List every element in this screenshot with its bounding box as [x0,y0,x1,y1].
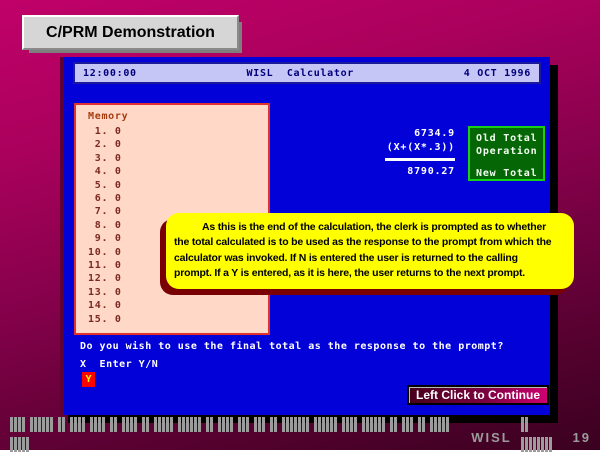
barcode-right [521,417,568,457]
barcode-left [10,417,466,457]
callout-line: the total calculated is to be used as th… [174,235,566,250]
window-title: WISL Calculator [137,68,464,79]
memory-slot: 2. 0 [88,138,268,151]
entry-value-text: Y [85,374,91,385]
explanation-callout: As this is the end of the calculation, t… [166,213,574,289]
footer-bar: WISL 19 [10,429,600,445]
continue-button[interactable]: Left Click to Continue [407,385,549,405]
memory-slot: 5. 0 [88,179,268,192]
current-date: 4 OCT 1996 [464,68,531,79]
legend-new-total-label: New Total [476,167,543,180]
memory-slot: 6. 0 [88,192,268,205]
callout-line: calculator was invoked. If N is entered … [174,251,566,266]
old-total-value: 6734.9 [304,127,455,141]
prompt-question: Do you wish to use the final total as th… [80,341,504,352]
page-number: 19 [573,430,591,445]
calculator-titlebar: 12:00:00 WISL Calculator 4 OCT 1996 [73,62,541,84]
new-total-value: 8790.27 [304,165,455,179]
totals-legend: Old Total Operation New Total [468,126,545,181]
entry-instruction: X Enter Y/N [80,359,158,370]
continue-button-label: Left Click to Continue [416,388,540,402]
memory-slot: 14. 0 [88,299,268,312]
memory-slot: 4. 0 [88,165,268,178]
page-title: C/PRM Demonstration [22,15,239,50]
page-title-text: C/PRM Demonstration [46,24,215,42]
clock-time: 12:00:00 [83,68,137,79]
operation-formula: (X+(X*.3)) [304,141,455,155]
footer-brand: WISL [471,430,512,445]
slide-background: C/PRM Demonstration 12:00:00 WISL Calcul… [0,0,600,450]
memory-slot: 15. 0 [88,313,268,326]
calculation-display: 6734.9 (X+(X*.3)) 8790.27 [304,127,455,179]
memory-panel-title: Memory [88,111,268,122]
memory-slot: 1. 0 [88,125,268,138]
callout-line: prompt. If a Y is entered, as it is here… [174,266,566,281]
entry-value-field[interactable]: Y [82,372,95,387]
callout-line: As this is the end of the calculation, t… [174,220,566,235]
memory-slot: 3. 0 [88,152,268,165]
legend-operation-label: Operation [476,145,543,158]
legend-old-total-label: Old Total [476,132,543,145]
sum-underline [385,158,455,161]
